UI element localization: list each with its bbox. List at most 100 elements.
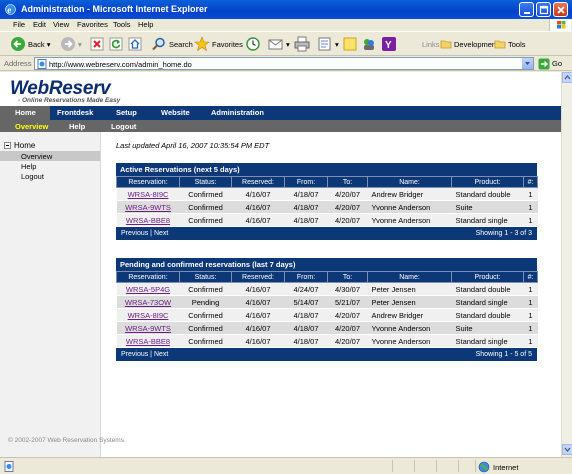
security-zone: Internet [478, 461, 518, 473]
sidebar-home[interactable]: Home [4, 141, 35, 150]
table-cell: 4/18/07 [284, 308, 328, 322]
globe-icon [478, 461, 490, 473]
pending-reservations-panel: Pending and confirmed reservations (last… [116, 258, 538, 361]
table-cell: Yvonne Anderson [367, 321, 452, 335]
print-button[interactable] [294, 36, 310, 52]
mail-dropdown-icon[interactable]: ▾ [286, 40, 290, 49]
subnav-overview[interactable]: Overview [15, 122, 48, 131]
table-row[interactable]: WRSA-8I9C Confirmed 4/16/07 4/18/07 4/20/07 A… [116, 187, 538, 201]
vertical-scrollbar[interactable] [561, 72, 572, 457]
refresh-icon [109, 37, 123, 51]
search-button[interactable]: Search [151, 36, 193, 52]
table-cell: Pending [179, 295, 232, 309]
yahoo-button[interactable]: Y [381, 36, 397, 52]
maximize-icon [539, 5, 549, 15]
table-cell: 4/18/07 [284, 187, 328, 201]
search-icon [152, 37, 165, 51]
showing-count: Showing 1 - 5 of 5 [475, 351, 532, 358]
messenger-button[interactable] [362, 36, 376, 52]
back-button[interactable]: Back ▾ [10, 36, 50, 52]
subnav-logout[interactable]: Logout [111, 122, 136, 131]
messenger-icon [364, 39, 374, 50]
reservation-link[interactable]: WRSA-5P4G [116, 282, 180, 296]
table-cell: 4/30/07 [327, 282, 368, 296]
table-cell: 4/24/07 [284, 282, 328, 296]
notes-button[interactable] [343, 36, 357, 52]
menu-file[interactable]: File [13, 20, 25, 29]
folder-icon [440, 40, 452, 49]
nav-administration[interactable]: Administration [211, 108, 264, 117]
menu-help[interactable]: Help [138, 20, 153, 29]
sidebar-item-overview[interactable]: Overview [0, 151, 100, 161]
pending-reservations-table: Reservation: Status: Reserved: From: To: Name… [116, 271, 538, 348]
table-row[interactable]: WRSA-BBE8 Confirmed 4/16/07 4/18/07 4/20/07 Y… [116, 213, 538, 227]
home-icon [128, 37, 142, 51]
refresh-button[interactable] [109, 36, 123, 52]
menu-favorites[interactable]: Favorites [77, 20, 108, 29]
table-cell: 1 [523, 282, 538, 296]
sidebar-item-help[interactable]: Help [0, 161, 100, 171]
table-row[interactable]: WRSA-9WTS Confirmed 4/16/07 4/18/07 4/20/07 Y… [116, 200, 538, 214]
reservation-link[interactable]: WRSA-73OW [116, 295, 180, 309]
table-header: Reservation: Status: Reserved: From: To: Name… [116, 176, 538, 188]
table-row[interactable]: WRSA-73OW Pending 4/16/07 5/14/07 5/21/07 Pet… [116, 295, 538, 309]
forward-dropdown-icon[interactable]: ▾ [78, 40, 82, 49]
address-input[interactable]: http://www.webreserv.com/admin_home.do [34, 57, 534, 70]
table-cell: Standard double [451, 187, 524, 201]
minimize-button[interactable] [519, 2, 534, 17]
table-cell: 4/16/07 [231, 334, 285, 348]
menu-view[interactable]: View [53, 20, 69, 29]
nav-website[interactable]: Website [161, 108, 190, 117]
table-header: Reservation: Status: Reserved: From: To: Name… [116, 271, 538, 283]
pagination-links[interactable]: Previous | Next [121, 351, 168, 358]
column-header: Product: [451, 176, 524, 188]
nav-home[interactable]: Home [15, 108, 36, 117]
nav-setup[interactable]: Setup [116, 108, 137, 117]
edit-page-icon [318, 37, 331, 51]
reservation-link[interactable]: WRSA-9WTS [116, 321, 180, 335]
webreserv-logo[interactable]: WebReserv - Online Reservations Made Eas… [10, 78, 120, 104]
reservation-link[interactable]: WRSA-8I9C [116, 308, 180, 322]
table-row[interactable]: WRSA-BBE8 Confirmed 4/16/07 4/18/07 4/20/07 Y… [116, 334, 538, 348]
back-arrow-icon [11, 37, 25, 51]
status-divider [458, 460, 459, 472]
reservation-link[interactable]: WRSA-9WTS [116, 200, 180, 214]
edit-button[interactable]: ▾ [317, 36, 339, 52]
address-dropdown-icon[interactable] [522, 58, 533, 69]
mail-button[interactable]: ▾ [268, 36, 290, 52]
close-button[interactable] [553, 2, 568, 17]
favorites-button[interactable]: Favorites [194, 36, 243, 52]
forward-button[interactable]: ▾ [60, 36, 82, 52]
nav-frontdesk[interactable]: Frontdesk [57, 108, 93, 117]
link-development[interactable]: Development [440, 36, 498, 52]
history-button[interactable] [245, 36, 261, 52]
table-cell: 1 [523, 213, 538, 227]
table-cell: Andrew Bridger [367, 187, 452, 201]
go-button[interactable]: Go [538, 57, 562, 70]
link-tools[interactable]: Tools [494, 36, 526, 52]
table-row[interactable]: WRSA-9WTS Confirmed 4/16/07 4/18/07 4/20/07 Y… [116, 321, 538, 335]
reservation-link[interactable]: WRSA-BBE8 [116, 213, 180, 227]
edit-dropdown-icon[interactable]: ▾ [335, 40, 339, 49]
pagination-links[interactable]: Previous | Next [121, 230, 168, 237]
reservation-link[interactable]: WRSA-8I9C [116, 187, 180, 201]
sidebar: Home Overview Help Logout [0, 132, 101, 457]
collapse-icon[interactable] [4, 142, 11, 149]
scroll-up-icon[interactable] [562, 72, 572, 83]
stop-button[interactable] [90, 36, 104, 52]
column-header: Name: [367, 176, 452, 188]
table-cell: Peter Jensen [367, 282, 452, 296]
web-page: WebReserv - Online Reservations Made Eas… [0, 72, 561, 457]
back-dropdown-icon[interactable]: ▾ [47, 40, 51, 49]
maximize-button[interactable] [536, 2, 551, 17]
table-cell: 4/20/07 [327, 321, 368, 335]
subnav-help[interactable]: Help [69, 122, 85, 131]
reservation-link[interactable]: WRSA-BBE8 [116, 334, 180, 348]
home-button[interactable] [128, 36, 142, 52]
table-row[interactable]: WRSA-5P4G Confirmed 4/16/07 4/24/07 4/30/07 P… [116, 282, 538, 296]
scroll-down-icon[interactable] [562, 444, 572, 455]
menu-tools[interactable]: Tools [113, 20, 131, 29]
menu-edit[interactable]: Edit [33, 20, 46, 29]
sidebar-item-logout[interactable]: Logout [0, 171, 100, 181]
table-row[interactable]: WRSA-8I9C Confirmed 4/16/07 4/18/07 4/20/07 A… [116, 308, 538, 322]
